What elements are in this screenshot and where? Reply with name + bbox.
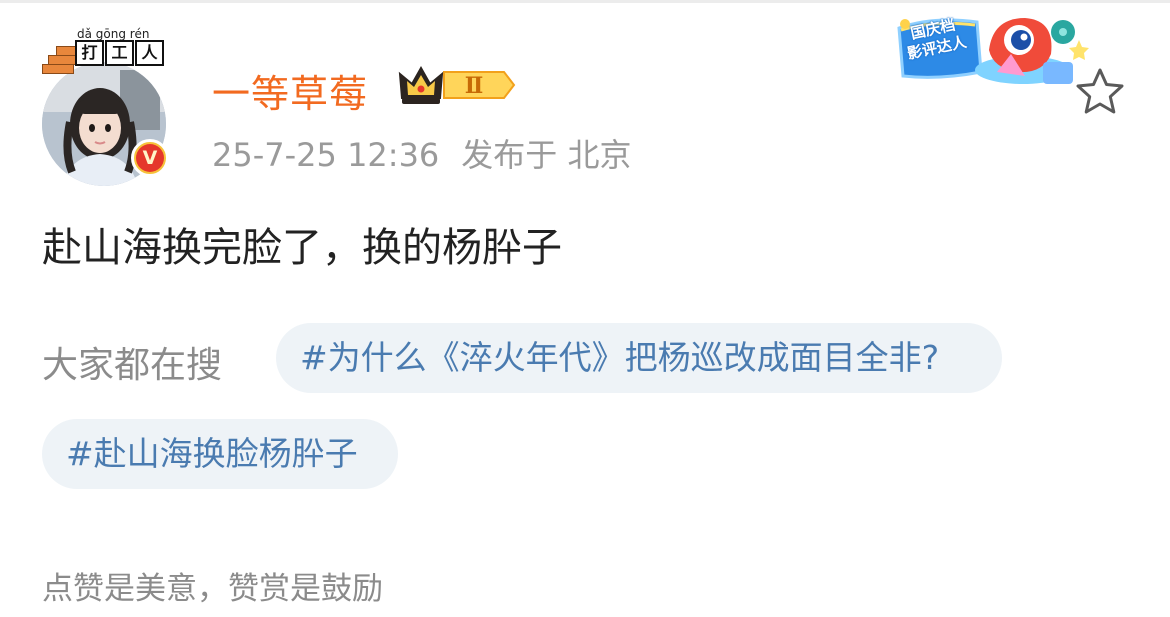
pendant-char-boxes: 打 工 人 xyxy=(75,40,165,66)
avatar-container[interactable]: dǎ gōng rén 打 工 人 V xyxy=(40,27,174,186)
username[interactable]: 一等草莓 xyxy=(212,63,368,118)
post-time: 25-7-25 12:36 xyxy=(212,136,440,174)
post-location: 发布于 北京 xyxy=(461,136,632,174)
avatar-pendant: dǎ gōng rén 打 工 人 xyxy=(40,27,174,92)
event-badge[interactable]: 国庆档 影评达人 xyxy=(893,10,1093,94)
hot-search-topic[interactable]: #赴山海换脸杨肸子 xyxy=(42,419,398,489)
weibo-post: dǎ gōng rén 打 工 人 V 一等草莓 Ⅱ 25-7-25 12:36… xyxy=(0,0,1170,617)
post-meta: 25-7-25 12:36 发布于 北京 xyxy=(212,130,653,176)
reward-prompt: 点赞是美意，赞赏是鼓励 xyxy=(42,571,383,607)
top-divider xyxy=(0,0,1170,3)
hot-search-topic[interactable]: #为什么《淬火年代》把杨巡改成面目全非? xyxy=(276,323,1002,393)
favorite-button[interactable] xyxy=(1074,66,1126,118)
pendant-char: 人 xyxy=(135,40,164,66)
crown-icon xyxy=(398,65,444,104)
hot-search-label: 大家都在搜 xyxy=(42,345,223,386)
verified-mark: V xyxy=(136,144,164,172)
post-text: 赴山海换完脸了，换的杨肸子 xyxy=(42,225,562,271)
crown-level-badge[interactable]: Ⅱ xyxy=(398,62,516,108)
level-numeral: Ⅱ xyxy=(465,73,484,99)
pendant-char: 打 xyxy=(75,40,104,66)
pendant-brick xyxy=(42,64,74,74)
star-outline-icon xyxy=(1076,68,1124,114)
pendant-pinyin: dǎ gōng rén xyxy=(77,27,150,41)
verified-badge-icon: V xyxy=(131,139,169,177)
pendant-char: 工 xyxy=(105,40,134,66)
